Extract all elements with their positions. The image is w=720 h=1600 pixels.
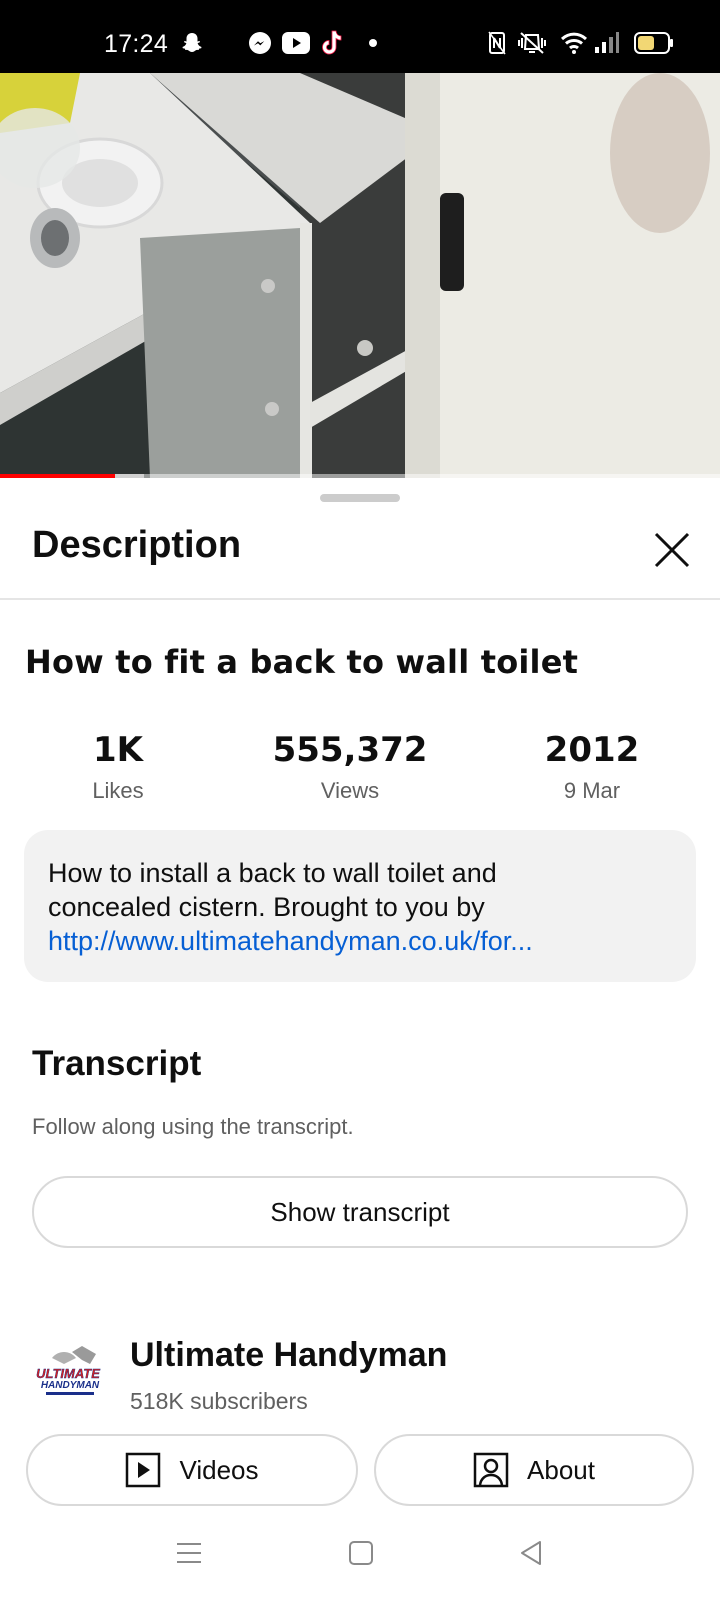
videos-button[interactable]: Videos [26,1434,358,1506]
description-link[interactable]: http://www.ultimatehandyman.co.uk/for... [48,924,672,958]
signal-icon [594,30,620,56]
stat-label: Likes [92,778,144,803]
status-bar: 17:24 [0,0,720,73]
system-nav-bar [0,1518,720,1600]
divider [0,598,720,600]
wifi-icon [560,30,588,56]
videos-label: Videos [179,1454,259,1485]
video-title: How to fit a back to wall toilet [25,643,579,681]
tiktok-icon [320,30,342,56]
youtube-icon [282,30,310,56]
battery-icon [634,30,674,56]
nfc-icon [488,30,506,56]
logo-text-bottom: HANDYMAN [41,1380,100,1391]
play-box-icon [125,1452,161,1488]
stat-value: 1K [92,730,143,770]
stat-label: Views [320,778,380,803]
show-transcript-label: Show transcript [270,1196,450,1227]
stat-likes: 1K Likes [8,730,228,804]
channel-subscribers: 518K subscribers [130,1388,308,1414]
stat-date: 2012 9 Mar [482,730,702,804]
vibrate-icon [516,30,548,56]
video-player[interactable] [0,73,720,478]
snapchat-icon [180,30,204,56]
home-icon[interactable] [348,1540,374,1571]
transcript-subtitle: Follow along using the transcript. [32,1114,354,1139]
description-text-line: concealed cistern. Brought to you by [48,892,485,922]
description-text-line: How to install a back to wall toilet and [48,858,497,888]
dot-icon [368,30,378,56]
channel-logo[interactable]: ULTIMATE HANDYMAN [32,1344,104,1404]
messenger-icon [248,30,272,56]
person-box-icon [473,1452,509,1488]
stat-value: 2012 [544,730,640,770]
about-button[interactable]: About [374,1434,694,1506]
description-sheet: Description How to fit a back to wall to… [0,478,720,1600]
stat-views: 555,372 Views [240,730,460,804]
video-frame [0,73,720,478]
stat-value: 555,372 [272,730,428,770]
about-label: About [527,1454,595,1485]
drag-handle[interactable] [320,494,400,502]
logo-text-top: ULTIMATE [36,1366,100,1381]
transcript-title: Transcript [32,1044,202,1083]
sheet-title: Description [32,524,242,566]
stat-label: 9 Mar [563,778,621,803]
back-icon[interactable] [518,1540,544,1571]
description-box[interactable]: How to install a back to wall toilet and… [24,830,696,982]
close-icon[interactable] [650,528,694,572]
show-transcript-button[interactable]: Show transcript [32,1176,688,1248]
status-time: 17:24 [104,30,169,58]
menu-icon[interactable] [176,1540,202,1571]
channel-name[interactable]: Ultimate Handyman [130,1336,447,1375]
